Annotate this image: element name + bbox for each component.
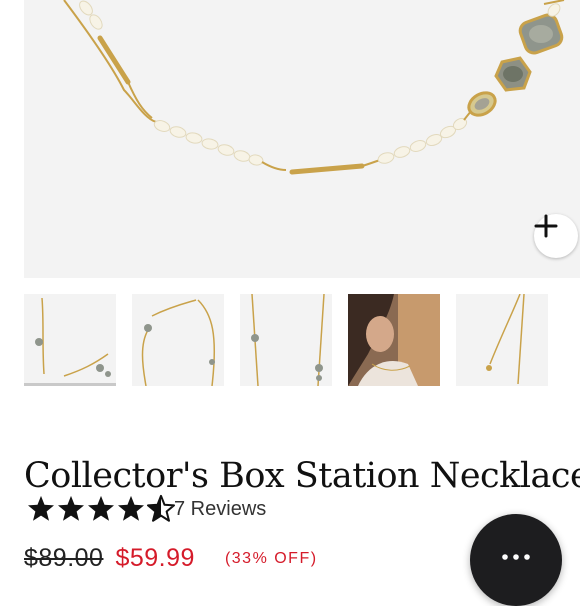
star-icon bbox=[58, 495, 84, 521]
discount-badge: (33% OFF) bbox=[224, 549, 318, 567]
original-price: $89.00 bbox=[24, 544, 104, 572]
more-dots-icon bbox=[502, 554, 530, 560]
thumbnail-2-image bbox=[141, 299, 216, 386]
thumbnail-4[interactable] bbox=[348, 294, 440, 386]
thumbnail-2[interactable] bbox=[132, 294, 224, 386]
star-icon bbox=[118, 495, 144, 521]
plus-icon bbox=[534, 214, 558, 238]
star-rating bbox=[26, 494, 176, 524]
thumbnail-strip bbox=[24, 294, 580, 394]
star-icon bbox=[88, 495, 114, 521]
price-row: $89.00 $59.99 (33% OFF) bbox=[24, 544, 318, 573]
zoom-button[interactable] bbox=[534, 214, 578, 258]
thumbnail-3-image bbox=[251, 294, 325, 386]
thumbnail-1-image bbox=[35, 297, 111, 377]
thumbnail-1[interactable] bbox=[24, 294, 116, 386]
half-star-icon bbox=[147, 494, 175, 522]
thumbnail-5[interactable] bbox=[456, 294, 548, 386]
thumbnail-5-image bbox=[486, 294, 525, 385]
sale-price: $59.99 bbox=[115, 544, 195, 572]
star-icon bbox=[28, 495, 54, 521]
thumbnail-3[interactable] bbox=[240, 294, 332, 386]
product-rating[interactable]: 7 Reviews bbox=[26, 494, 266, 524]
necklace-image bbox=[63, 0, 565, 175]
chat-button[interactable] bbox=[470, 514, 562, 606]
thumbnail-4-image bbox=[348, 294, 440, 386]
product-title: Collector's Box Station Necklace bbox=[24, 456, 580, 496]
product-main-image[interactable] bbox=[24, 0, 580, 278]
reviews-link[interactable]: 7 Reviews bbox=[174, 498, 266, 521]
